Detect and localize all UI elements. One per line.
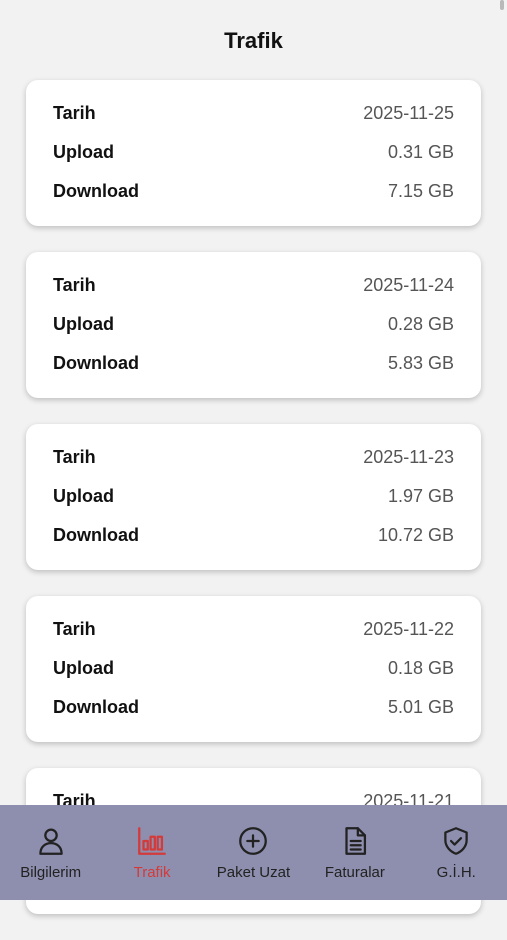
- nav-item-trafik[interactable]: Trafik: [102, 824, 202, 881]
- upload-row: Upload 0.18 GB: [53, 649, 454, 688]
- download-row: Download 7.15 GB: [53, 172, 454, 211]
- upload-value: 0.18 GB: [387, 658, 454, 678]
- nav-item-paket-uzat[interactable]: Paket Uzat: [203, 824, 303, 881]
- date-row: Tarih 2025-11-23: [53, 438, 454, 477]
- date-value: 2025-11-24: [363, 275, 454, 295]
- date-row: Tarih 2025-11-24: [53, 266, 454, 305]
- download-value: 5.01 GB: [387, 697, 454, 717]
- nav-label: Paket Uzat: [216, 864, 291, 881]
- upload-row: Upload 0.28 GB: [53, 305, 454, 344]
- user-icon: [38, 828, 63, 855]
- upload-value: 0.28 GB: [387, 314, 454, 334]
- nav-label: Faturalar: [324, 864, 385, 881]
- bottom-nav: Bilgilerim Trafik Paket Uzat Faturalar G…: [0, 805, 507, 900]
- nav-item-bilgilerim[interactable]: Bilgilerim: [1, 824, 101, 881]
- download-row: Download 5.01 GB: [53, 688, 454, 727]
- date-label: Tarih: [53, 103, 96, 123]
- download-value: 10.72 GB: [377, 525, 454, 545]
- download-value: 5.83 GB: [387, 353, 454, 373]
- download-label: Download: [53, 353, 139, 373]
- date-value: 2025-11-23: [363, 447, 454, 467]
- traffic-card: Tarih 2025-11-25 Upload 0.31 GB Download…: [26, 80, 481, 226]
- bar-chart-icon: [138, 827, 166, 855]
- upload-label: Upload: [53, 314, 114, 334]
- date-label: Tarih: [53, 275, 96, 295]
- shield-check-icon: [444, 827, 469, 855]
- nav-label: Trafik: [133, 864, 171, 881]
- download-label: Download: [53, 697, 139, 717]
- nav-label: Bilgilerim: [20, 864, 82, 881]
- traffic-card: Tarih 2025-11-23 Upload 1.97 GB Download…: [26, 424, 481, 570]
- date-row: Tarih 2025-11-22: [53, 610, 454, 649]
- upload-value: 0.31 GB: [387, 142, 454, 162]
- upload-row: Upload 0.31 GB: [53, 133, 454, 172]
- download-label: Download: [53, 181, 139, 201]
- date-value: 2025-11-22: [363, 619, 454, 639]
- download-row: Download 5.83 GB: [53, 344, 454, 383]
- date-label: Tarih: [53, 447, 96, 467]
- document-icon: [345, 827, 366, 855]
- upload-row: Upload 1.97 GB: [53, 477, 454, 516]
- upload-label: Upload: [53, 658, 114, 678]
- scrollbar[interactable]: [500, 0, 504, 10]
- upload-label: Upload: [53, 486, 114, 506]
- page-title: Trafik: [224, 28, 283, 53]
- upload-label: Upload: [53, 142, 114, 162]
- upload-value: 1.97 GB: [387, 486, 454, 506]
- download-label: Download: [53, 525, 139, 545]
- plus-circle-icon: [239, 827, 268, 855]
- download-value: 7.15 GB: [387, 181, 454, 201]
- date-label: Tarih: [53, 619, 96, 639]
- traffic-card: Tarih 2025-11-24 Upload 0.28 GB Download…: [26, 252, 481, 398]
- download-row: Download 10.72 GB: [53, 516, 454, 555]
- nav-label: G.İ.H.: [436, 864, 476, 881]
- nav-item-gih[interactable]: G.İ.H.: [406, 824, 506, 881]
- traffic-card: Tarih 2025-11-22 Upload 0.18 GB Download…: [26, 596, 481, 742]
- nav-item-faturalar[interactable]: Faturalar: [305, 824, 405, 881]
- date-row: Tarih 2025-11-25: [53, 94, 454, 133]
- date-value: 2025-11-25: [363, 103, 454, 123]
